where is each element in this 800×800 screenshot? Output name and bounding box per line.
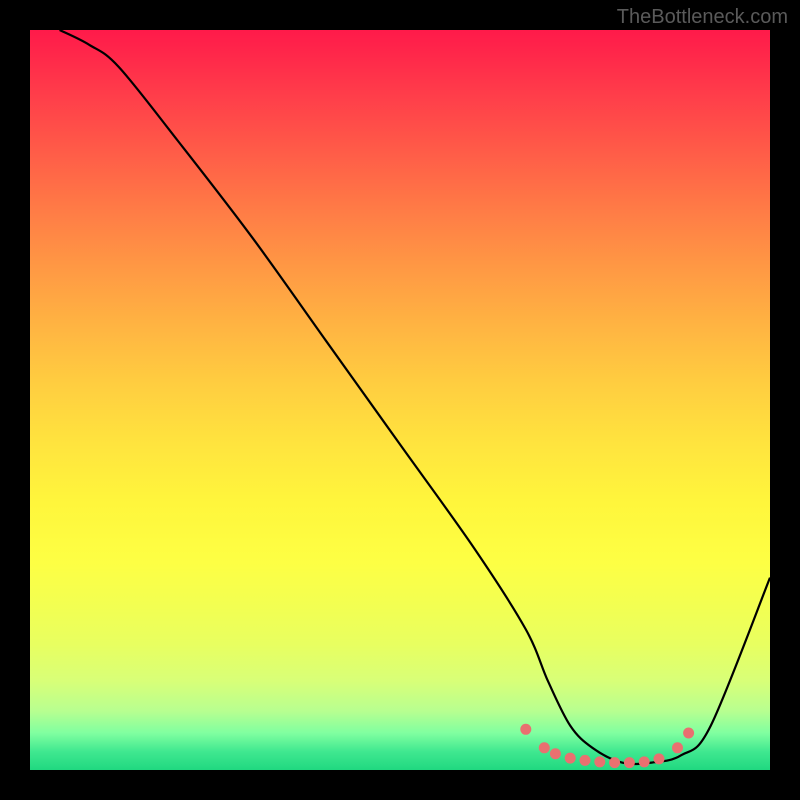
marker-dot (580, 755, 591, 766)
marker-dot (520, 724, 531, 735)
marker-dot (654, 753, 665, 764)
chart-plot-area (30, 30, 770, 770)
marker-dot (624, 757, 635, 768)
watermark-text: TheBottleneck.com (617, 6, 788, 29)
marker-dot (539, 742, 550, 753)
bottleneck-curve (60, 30, 770, 764)
marker-dot (683, 728, 694, 739)
marker-dot (672, 742, 683, 753)
chart-svg (30, 30, 770, 770)
marker-dot (609, 757, 620, 768)
marker-dot (565, 753, 576, 764)
marker-dot (550, 748, 561, 759)
marker-dot (594, 756, 605, 767)
marker-dot (639, 756, 650, 767)
